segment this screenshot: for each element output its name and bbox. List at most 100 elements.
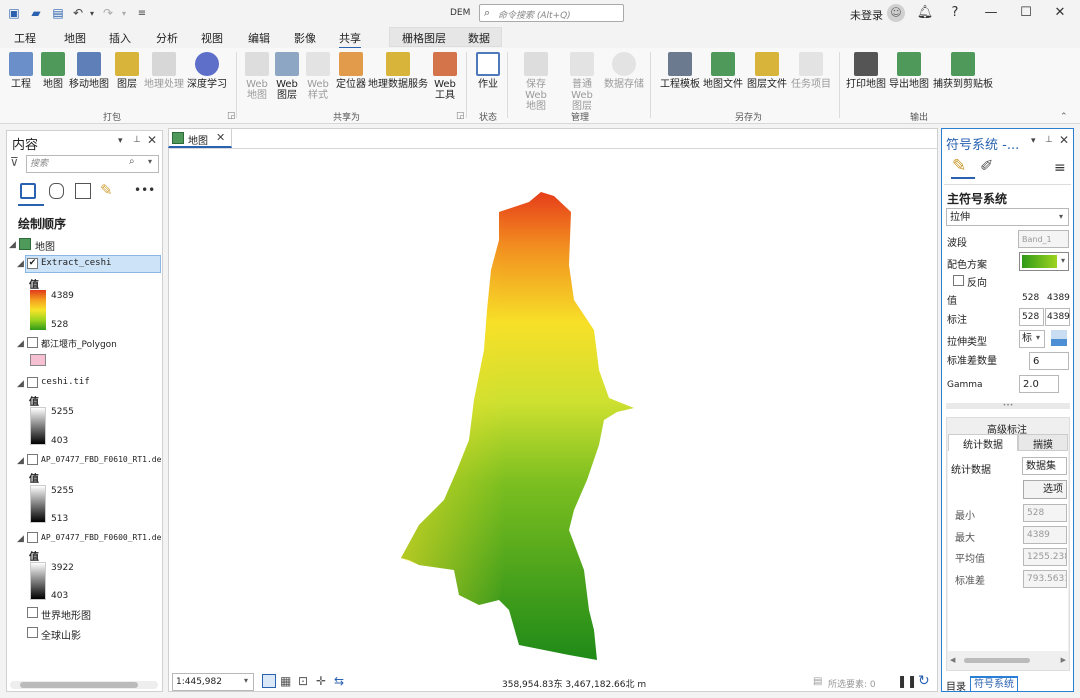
share-web-layer-button[interactable]: Web 图层: [272, 52, 302, 101]
layer-file-button[interactable]: 图层文件: [746, 52, 788, 90]
collapse-icon[interactable]: ◢: [17, 456, 24, 466]
package-deep-learning-button[interactable]: 深度学习: [186, 52, 228, 90]
new-project-icon[interactable]: ▣: [6, 6, 22, 21]
tab-share[interactable]: 共享: [339, 30, 361, 49]
horizontal-scrollbar[interactable]: ◀ ▶: [950, 656, 1066, 664]
map-file-button[interactable]: 地图文件: [702, 52, 744, 90]
label-max-input[interactable]: 4389: [1045, 308, 1070, 326]
share-locator-button[interactable]: 定位器: [334, 52, 368, 90]
collapse-icon[interactable]: ◢: [17, 379, 24, 389]
layer-visibility-checkbox[interactable]: [27, 454, 38, 465]
map-scale-input[interactable]: 1:445,982: [172, 673, 254, 691]
tab-analysis[interactable]: 分析: [156, 30, 178, 46]
refresh-icon[interactable]: ↻: [918, 673, 930, 689]
close-icon[interactable]: ✕: [216, 131, 225, 144]
tab-project[interactable]: 工程: [14, 30, 36, 46]
tab-edit[interactable]: 编辑: [248, 30, 270, 46]
collapse-icon[interactable]: ◢: [17, 259, 24, 269]
contents-search-input[interactable]: 搜索: [26, 155, 159, 173]
close-icon[interactable]: ✕: [147, 133, 157, 147]
color-scheme-select[interactable]: ▾: [1019, 252, 1069, 271]
overwrite-web-layer-button[interactable]: 普通 Web 图层: [560, 52, 604, 112]
maximize-icon[interactable]: ☐: [1015, 3, 1037, 23]
collapse-icon[interactable]: ◢: [17, 534, 24, 544]
layer-name[interactable]: ceshi.tif: [41, 377, 90, 387]
open-folder-icon[interactable]: ▰: [28, 6, 44, 21]
jobs-button[interactable]: 作业: [473, 52, 503, 90]
map-view-tab-label[interactable]: 地图: [188, 132, 208, 147]
help-icon[interactable]: ?: [944, 3, 966, 23]
chevron-down-icon[interactable]: ▾: [1059, 212, 1063, 221]
value-min[interactable]: 528: [1022, 293, 1039, 303]
statistics-select[interactable]: 数据集: [1022, 457, 1067, 475]
pane-options-icon[interactable]: ▾: [118, 136, 123, 146]
navigate-icon[interactable]: ⇆: [334, 674, 344, 688]
avatar[interactable]: ☺: [887, 4, 905, 22]
tab-imagery[interactable]: 影像: [294, 30, 316, 46]
layer-name[interactable]: Extract_ceshi: [41, 258, 111, 268]
scroll-right-icon[interactable]: ▶: [1061, 656, 1066, 664]
package-layer-button[interactable]: 图层: [113, 52, 141, 90]
menu-icon[interactable]: ≡: [1054, 160, 1066, 176]
band-select[interactable]: Band_1: [1018, 230, 1069, 248]
more-options-icon[interactable]: •••: [134, 183, 155, 197]
data-store-button[interactable]: 数据存储: [604, 52, 644, 90]
symbol-layer-icon[interactable]: ✐: [980, 156, 993, 175]
layer-name[interactable]: 都江堰市_Polygon: [41, 337, 117, 350]
layer-visibility-checkbox[interactable]: [27, 627, 38, 638]
list-by-selection-icon[interactable]: [75, 183, 91, 199]
redo-dropdown-icon[interactable]: ▾: [116, 6, 132, 21]
package-launcher-icon[interactable]: ◲: [227, 111, 236, 121]
symbology-tab[interactable]: 符号系统: [970, 676, 1018, 692]
filter-icon[interactable]: ⊽: [10, 155, 19, 169]
save-icon[interactable]: ▤: [50, 6, 66, 21]
stddev-count-input[interactable]: 6: [1029, 352, 1069, 370]
task-item-button[interactable]: 任务项目: [790, 52, 832, 90]
scrollbar-thumb[interactable]: [964, 658, 1030, 663]
splitter-handle[interactable]: •••: [946, 403, 1070, 409]
primary-symbology-icon[interactable]: ✎: [952, 156, 966, 176]
crosshair-icon[interactable]: ✛: [316, 674, 326, 688]
chevron-down-icon[interactable]: ▾: [1036, 333, 1040, 342]
grid-snap-icon[interactable]: [262, 674, 276, 688]
minimize-icon[interactable]: —: [980, 3, 1002, 23]
collapse-icon[interactable]: ◢: [9, 240, 16, 250]
project-template-button[interactable]: 工程模板: [659, 52, 701, 90]
pin-icon[interactable]: ⊥: [133, 135, 141, 145]
command-search-input[interactable]: ⌕ 命令搜索 (Alt+Q): [479, 4, 624, 22]
fit-extent-icon[interactable]: ⊡: [298, 674, 308, 688]
capture-clipboard-button[interactable]: 捕获到剪贴板: [932, 52, 994, 90]
layer-visibility-checkbox[interactable]: ✔: [27, 258, 38, 269]
layer-name[interactable]: AP_07477_FBD_F0610_RT1.dem: [41, 455, 161, 464]
chevron-down-icon[interactable]: ▾: [244, 676, 248, 685]
package-map-button[interactable]: 地图: [39, 52, 67, 90]
pin-icon[interactable]: ⊥: [1045, 135, 1053, 145]
value-max[interactable]: 4389: [1047, 293, 1070, 303]
bell-icon[interactable]: 🔔︎: [914, 3, 936, 23]
tab-map[interactable]: 地图: [64, 30, 86, 46]
export-map-button[interactable]: 导出地图: [888, 52, 930, 90]
tab-data[interactable]: 数据: [468, 30, 490, 46]
pause-icon[interactable]: ❚❚: [897, 674, 917, 688]
histogram-icon[interactable]: [1051, 330, 1067, 346]
scrollbar-thumb[interactable]: [20, 682, 138, 688]
layer-visibility-checkbox[interactable]: [27, 377, 38, 388]
list-by-drawing-order-icon[interactable]: [20, 183, 36, 199]
gamma-input[interactable]: 2.0: [1019, 375, 1059, 393]
table-icon[interactable]: ▦: [280, 674, 291, 688]
save-web-map-button[interactable]: 保存 Web 地图: [514, 52, 558, 112]
close-icon[interactable]: ✕: [1049, 3, 1071, 23]
share-web-map-button[interactable]: Web 地图: [243, 52, 271, 101]
scroll-left-icon[interactable]: ◀: [950, 656, 955, 664]
search-icon[interactable]: ⌕: [129, 156, 135, 167]
tab-raster-layer[interactable]: 栅格图层: [402, 30, 446, 46]
label-min-input[interactable]: 528: [1019, 308, 1044, 326]
layer-name[interactable]: 世界地形图: [41, 607, 91, 622]
layer-visibility-checkbox[interactable]: [27, 532, 38, 543]
collapse-icon[interactable]: ◢: [17, 339, 24, 349]
chevron-down-icon[interactable]: ▾: [148, 157, 152, 166]
redo-icon[interactable]: ↷: [100, 6, 116, 21]
layer-visibility-checkbox[interactable]: [27, 337, 38, 348]
invert-checkbox[interactable]: [953, 275, 964, 286]
package-geoprocessing-button[interactable]: 地理处理: [143, 52, 185, 90]
